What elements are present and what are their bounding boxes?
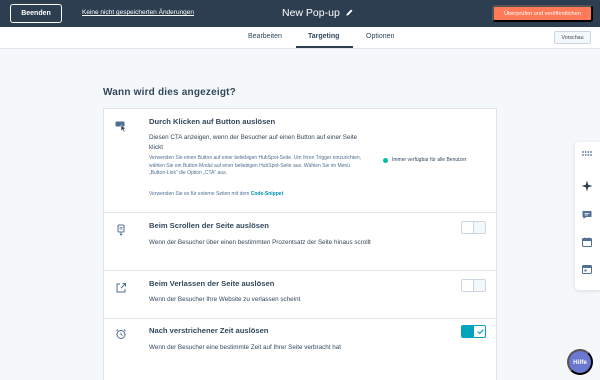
trigger-title: Beim Verlassen der Seite auslösen <box>149 279 275 288</box>
pencil-icon[interactable] <box>345 8 354 17</box>
external-usage-text: Verwenden Sie es für externe Seiten mit … <box>149 191 409 199</box>
help-button[interactable]: Hilfe <box>567 349 593 375</box>
chat-icon[interactable] <box>581 209 593 221</box>
top-bar: Beenden Keine nicht gespeicherten Änderu… <box>0 0 600 27</box>
trigger-title: Nach verstrichener Zeit auslösen <box>149 326 269 335</box>
cursor-click-icon <box>115 121 127 132</box>
alarm-clock-icon <box>116 329 126 339</box>
exit-button[interactable]: Beenden <box>10 4 62 23</box>
scroll-icon <box>117 224 125 236</box>
exit-icon <box>116 283 126 293</box>
time-trigger-toggle[interactable] <box>461 325 486 338</box>
trigger-list: Durch Klicken auf Button auslösen Diesen… <box>103 108 497 380</box>
preview-button[interactable]: Vorschau <box>554 31 591 44</box>
sparkle-icon[interactable] <box>581 180 593 192</box>
calendar-alt-icon[interactable] <box>581 263 593 275</box>
code-snippet-link[interactable]: Code-Snippet <box>251 191 284 197</box>
external-usage-prefix: Verwenden Sie es für externe Seiten mit … <box>149 191 250 197</box>
trigger-description: Wenn der Besucher über einen bestimmten … <box>149 239 371 246</box>
scroll-trigger-toggle[interactable] <box>461 221 486 234</box>
trigger-card-exit: Beim Verlassen der Seite auslösen Wenn d… <box>104 271 496 319</box>
page-title: New Pop-up <box>282 7 340 19</box>
toggle-knob <box>462 280 474 291</box>
active-tab-indicator <box>296 46 353 48</box>
trigger-card-time: Nach verstrichener Zeit auslösen Wenn de… <box>104 319 496 380</box>
exit-trigger-toggle[interactable] <box>461 279 486 292</box>
trigger-description: Diesen CTA anzeigen, wenn der Besucher a… <box>149 134 358 151</box>
trigger-card-click: Durch Klicken auf Button auslösen Diesen… <box>104 109 496 213</box>
tab-options[interactable]: Optionen <box>366 33 394 40</box>
toggle-knob <box>462 326 474 337</box>
trigger-title: Durch Klicken auf Button auslösen <box>149 117 276 126</box>
trigger-description: Wenn der Besucher eine bestimmte Zeit au… <box>149 344 342 351</box>
publish-button[interactable]: Überprüfen und veröffentlichen <box>492 5 593 22</box>
availability-text: Immer verfügbar für alle Benutzer <box>392 157 467 163</box>
toggle-knob <box>462 222 474 233</box>
tab-bar: Bearbeiten Targeting Optionen Vorschau <box>0 27 600 49</box>
trigger-card-scroll: Beim Scrollen der Seite auslösen Wenn de… <box>104 213 496 271</box>
availability-status-dot <box>383 158 388 163</box>
checkmark-icon <box>477 329 484 335</box>
calendar-icon[interactable] <box>581 236 593 248</box>
grid-dots-icon[interactable] <box>581 148 593 160</box>
trigger-help-text: Verwenden Sie einen Button auf einer bel… <box>149 155 362 176</box>
trigger-title: Beim Scrollen der Seite auslösen <box>149 221 269 230</box>
right-tool-rail <box>575 142 600 290</box>
tab-edit[interactable]: Bearbeiten <box>248 33 282 40</box>
section-heading: Wann wird dies angezeigt? <box>103 87 236 98</box>
trigger-description: Wenn der Besucher Ihre Website zu verlas… <box>149 296 301 303</box>
unsaved-changes-link[interactable]: Keine nicht gespeicherten Änderungen <box>82 9 194 16</box>
tab-targeting[interactable]: Targeting <box>308 33 339 40</box>
